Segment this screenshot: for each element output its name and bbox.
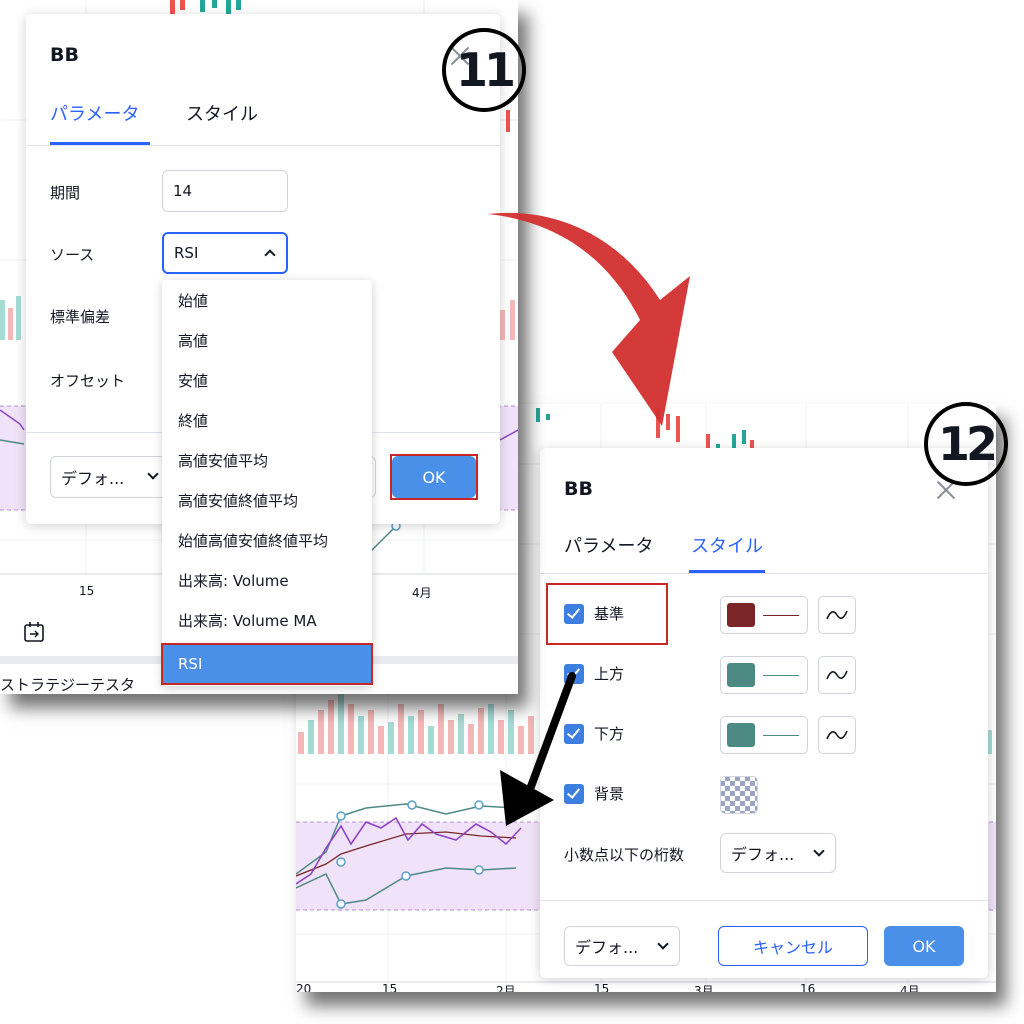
tab-parameters[interactable]: パラメータ bbox=[50, 100, 139, 126]
source-dropdown: 始値 高値 安値 終値 高値安値平均 高値安値終値平均 始値高値安値終値平均 出… bbox=[161, 280, 373, 686]
step-number-12: 12 bbox=[924, 402, 1008, 486]
tab-parameters[interactable]: パラメータ bbox=[564, 532, 653, 558]
axis-label: 15 bbox=[382, 982, 398, 992]
color-swatch bbox=[727, 663, 755, 687]
axis-label: 4月 bbox=[900, 984, 920, 992]
cancel-button[interactable]: キャンセル bbox=[718, 926, 868, 966]
precision-label: 小数点以下の桁数 bbox=[564, 846, 685, 864]
calendar-goto-icon[interactable] bbox=[22, 620, 48, 646]
color-swatch bbox=[727, 723, 755, 747]
wave-icon bbox=[826, 670, 848, 680]
row-label: 下方 bbox=[594, 725, 625, 743]
plot-style-button[interactable] bbox=[818, 596, 856, 634]
precision-value: デフォ... bbox=[731, 845, 795, 864]
line-sample bbox=[763, 615, 799, 616]
source-option[interactable]: 高値安値終値平均 bbox=[162, 480, 372, 520]
divider bbox=[540, 900, 988, 901]
plot-style-button[interactable] bbox=[818, 656, 856, 694]
defaults-select[interactable]: デフォ... bbox=[50, 456, 170, 498]
tab-style[interactable]: スタイル bbox=[691, 532, 763, 558]
dialog-title: BB bbox=[50, 44, 79, 66]
step-number-11: 11 bbox=[442, 28, 526, 112]
wave-icon bbox=[826, 730, 848, 740]
period-label: 期間 bbox=[50, 184, 81, 202]
ok-button[interactable]: OK bbox=[884, 926, 964, 966]
wave-icon bbox=[826, 610, 848, 620]
source-option[interactable]: 始値 bbox=[162, 280, 372, 320]
source-option[interactable]: 終値 bbox=[162, 400, 372, 440]
divider bbox=[540, 573, 988, 574]
dialog-title: BB bbox=[564, 478, 593, 500]
row-label: 背景 bbox=[594, 785, 625, 803]
strategy-tester-tab[interactable]: ストラテジーテスタ bbox=[0, 674, 135, 694]
chevron-up-icon bbox=[264, 249, 276, 261]
axis-label: 16 bbox=[800, 982, 816, 992]
checkbox-background[interactable] bbox=[564, 784, 584, 804]
row-label: 上方 bbox=[594, 665, 625, 683]
background-color-picker[interactable] bbox=[720, 776, 758, 814]
axis-label: 2月 bbox=[496, 984, 516, 992]
row-label: 基準 bbox=[594, 605, 625, 623]
checkbox-lower[interactable] bbox=[564, 724, 584, 744]
highlight-box bbox=[390, 454, 478, 500]
color-picker-basis[interactable] bbox=[720, 596, 808, 634]
stddev-label: 標準偏差 bbox=[50, 308, 111, 326]
period-input[interactable]: 14 bbox=[162, 170, 288, 212]
source-option-selected[interactable]: RSI bbox=[161, 643, 373, 685]
tab-style[interactable]: スタイル bbox=[186, 100, 258, 126]
checkbox-upper[interactable] bbox=[564, 664, 584, 684]
defaults-select[interactable]: デフォ... bbox=[564, 926, 680, 966]
screenshot-parameters-tab: 15 4月 ストラテジーテスタ BB パラメータ スタイル 期間 14 ソース … bbox=[0, 0, 518, 694]
plot-style-button[interactable] bbox=[818, 716, 856, 754]
divider bbox=[26, 145, 500, 146]
source-option[interactable]: 始値高値安値終値平均 bbox=[162, 520, 372, 560]
checkbox-basis[interactable] bbox=[564, 604, 584, 624]
source-option[interactable]: 高値 bbox=[162, 320, 372, 360]
source-select[interactable]: RSI bbox=[162, 232, 288, 274]
axis-label: 3月 bbox=[694, 984, 714, 992]
red-curved-arrow bbox=[488, 212, 690, 426]
chevron-down-icon bbox=[657, 938, 669, 950]
source-label: ソース bbox=[50, 246, 95, 264]
precision-select[interactable]: デフォ... bbox=[720, 833, 836, 873]
defaults-value: デフォ... bbox=[61, 469, 125, 488]
axis-label: 4月 bbox=[412, 586, 432, 600]
color-picker-upper[interactable] bbox=[720, 656, 808, 694]
axis-label: 15 bbox=[594, 982, 610, 992]
source-value: RSI bbox=[174, 244, 199, 262]
chevron-down-icon bbox=[813, 845, 825, 857]
source-option[interactable]: 安値 bbox=[162, 360, 372, 400]
color-picker-lower[interactable] bbox=[720, 716, 808, 754]
line-sample bbox=[763, 735, 799, 736]
source-option[interactable]: 高値安値平均 bbox=[162, 440, 372, 480]
line-sample bbox=[763, 675, 799, 676]
style-dialog: BB パラメータ スタイル 基準 上方 下方 背景 小数点以下の桁数 デフォ..… bbox=[540, 448, 988, 978]
color-swatch bbox=[727, 603, 755, 627]
chevron-down-icon bbox=[147, 468, 159, 480]
source-option[interactable]: 出来高: Volume bbox=[162, 560, 372, 600]
axis-label: 15 bbox=[79, 584, 95, 598]
source-option[interactable]: 出来高: Volume MA bbox=[162, 600, 372, 640]
offset-label: オフセット bbox=[50, 372, 126, 390]
axis-label: 20 bbox=[296, 982, 312, 992]
defaults-value: デフォ... bbox=[575, 938, 639, 957]
